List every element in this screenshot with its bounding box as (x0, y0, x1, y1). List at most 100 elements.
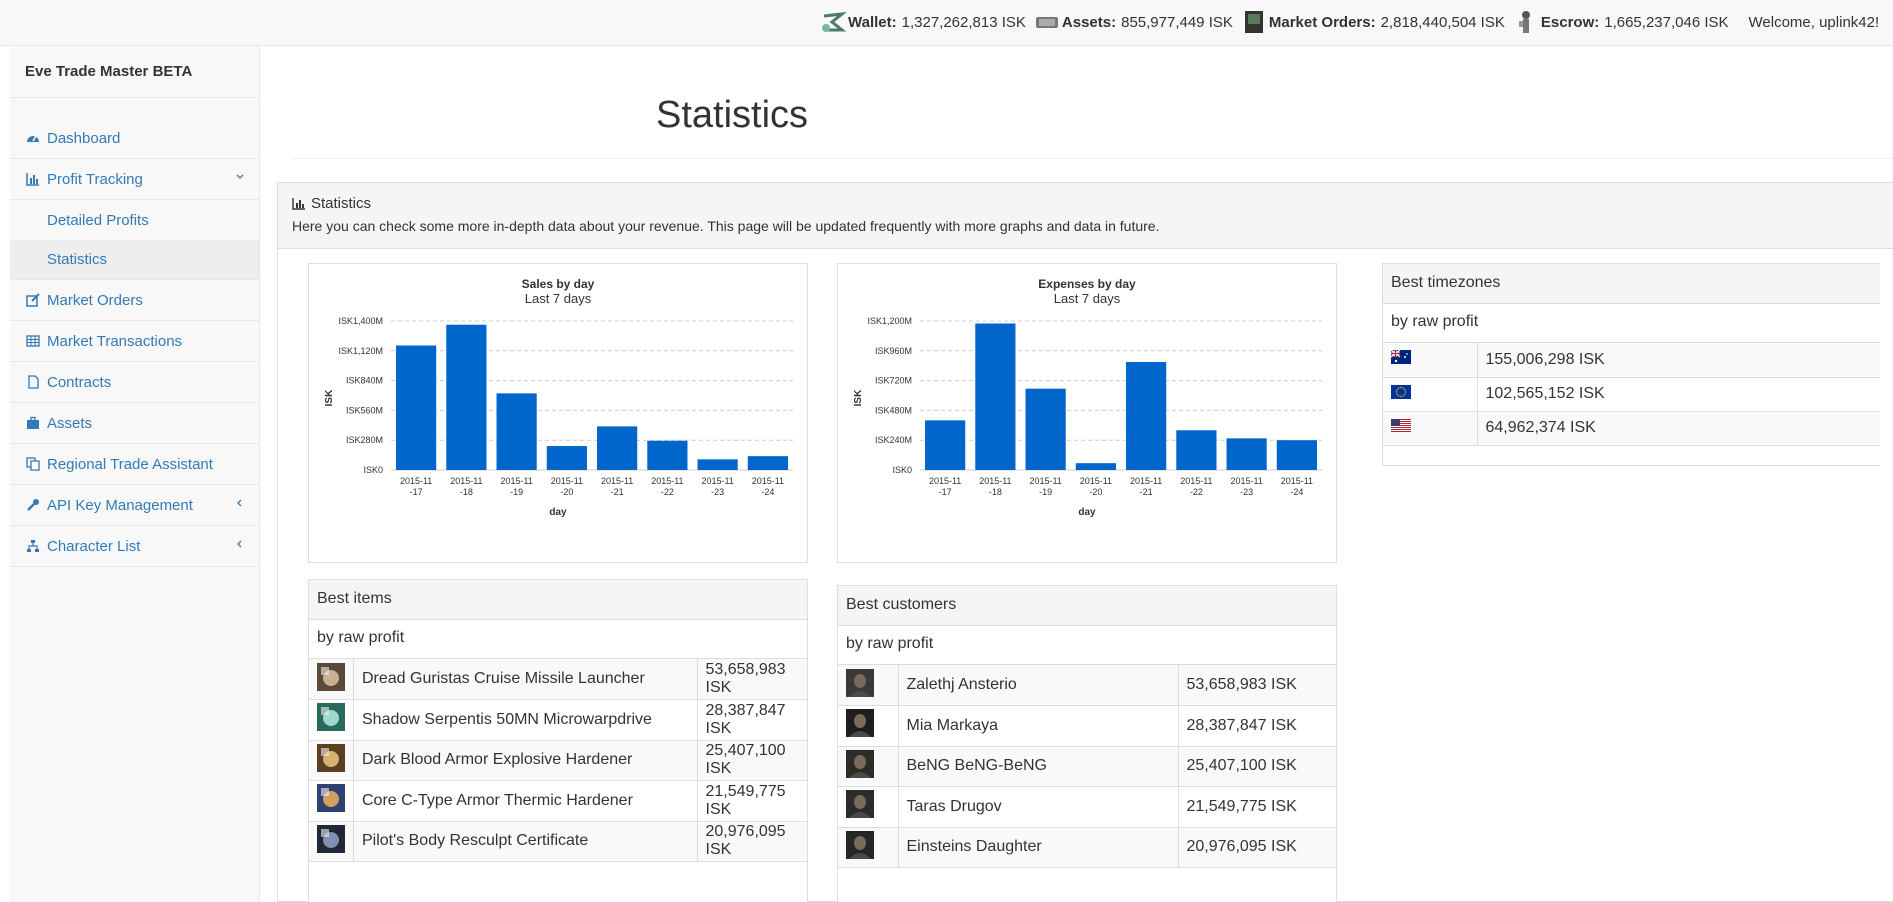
timezone-value-cell: 64,962,374 ISK (1477, 411, 1880, 446)
best-timezones-title: Best timezones (1383, 264, 1880, 304)
edit-icon (26, 293, 40, 307)
y-axis-label: ISK (324, 389, 335, 406)
sidebar-item-character-list[interactable]: Character List (10, 526, 259, 567)
y-tick-label: ISK960M (875, 346, 912, 356)
market-orders-stat: Market Orders: 2,818,440,504 ISK (1241, 10, 1505, 34)
best-timezones-table: 155,006,298 ISK 102,565,152 ISK 64,962,3… (1383, 343, 1880, 446)
customer-avatar-cell (838, 786, 899, 828)
x-axis-label: day (1078, 507, 1096, 518)
item-value-cell: 21,549,775 ISK (697, 780, 807, 822)
top-navbar: Wallet: 1,327,262,813 ISK Assets: 855,97… (0, 0, 1893, 46)
bar (597, 426, 638, 470)
item-name-cell: Shadow Serpentis 50MN Microwarpdrive (353, 699, 698, 741)
table-row: BeNG BeNG-BeNG 25,407,100 ISK (838, 746, 1336, 787)
customer-value-cell: 20,976,095 ISK (1178, 827, 1336, 868)
sales-chart: Sales by day Last 7 days ISK0 ISK280M ISK560… (308, 263, 808, 563)
table-row: 102,565,152 ISK (1383, 377, 1880, 412)
y-tick-label: ISK840M (346, 376, 383, 386)
customer-value-cell: 53,658,983 ISK (1178, 665, 1336, 706)
customer-value-cell: 25,407,100 ISK (1178, 746, 1336, 787)
customer-avatar-cell (838, 705, 899, 747)
customer-name-cell: Taras Drugov (898, 786, 1179, 828)
sidebar-item-market-orders[interactable]: Market Orders (10, 280, 259, 321)
table-row: Einsteins Daughter 20,976,095 ISK (838, 827, 1336, 868)
sidebar-item-detailed-profits[interactable]: Detailed Profits (10, 200, 259, 240)
sidebar-item-assets[interactable]: Assets (10, 403, 259, 444)
sidebar-item-dashboard[interactable]: Dashboard (10, 118, 259, 159)
item-value-cell: 53,658,983 ISK (697, 659, 807, 700)
table-row: Dread Guristas Cruise Missile Launcher 5… (309, 659, 807, 700)
sidebar-item-api-key-management[interactable]: API Key Management (10, 485, 259, 526)
customer-portrait-avatar (846, 709, 874, 738)
x-tick-label: 2015-11 -23 (1230, 476, 1262, 497)
escrow-value: 1,665,237,046 ISK (1604, 13, 1729, 31)
timezone-value-cell: 102,565,152 ISK (1477, 377, 1880, 412)
wallet-stat: Wallet: 1,327,262,813 ISK (820, 10, 1026, 34)
customer-portrait-avatar (846, 830, 874, 859)
eu-flag-icon (1391, 384, 1411, 399)
expenses-chart-svg: Expenses by dayLast 7 days ISK0 ISK240M ISK… (853, 277, 1322, 518)
bar (747, 456, 788, 470)
item-thumbnail-icon (317, 703, 345, 732)
page-title: Statistics (656, 94, 809, 136)
sidebar-item-regional-trade-assistant[interactable]: Regional Trade Assistant (10, 444, 259, 485)
market-orders-icon (1244, 11, 1263, 33)
assets-value: 855,977,449 ISK (1121, 13, 1233, 31)
panel-title: Statistics (292, 195, 1879, 212)
sidebar-item-market-transactions[interactable]: Market Transactions (10, 321, 259, 362)
sidebar-item-statistics[interactable]: Statistics (10, 240, 259, 280)
customer-name-cell: Mia Markaya (898, 705, 1179, 747)
sidebar-item-label: Market Orders (47, 291, 143, 309)
sidebar-item-contracts[interactable]: Contracts (10, 362, 259, 403)
x-tick-label: 2015-11 -24 (752, 476, 784, 497)
sidebar-item-label: Assets (47, 414, 93, 432)
sidebar-menu: Dashboard Profit Tracking Detailed Profi… (10, 118, 259, 567)
chevron-left-icon (237, 499, 242, 507)
table-row: Taras Drugov 21,549,775 ISK (838, 786, 1336, 828)
item-value-cell: 25,407,100 ISK (697, 740, 807, 781)
x-tick-label: 2015-11 -19 (500, 476, 532, 497)
market-orders-value: 2,818,440,504 ISK (1380, 13, 1505, 31)
best-timezones-panel: Best timezones by raw profit 155,006,298… (1382, 263, 1880, 466)
y-tick-label: ISK1,200M (867, 316, 912, 326)
dashboard-icon (27, 135, 39, 142)
sidebar-item-label: Character List (47, 537, 141, 555)
escrow-label: Escrow: (1540, 13, 1600, 31)
copy-icon (26, 457, 40, 471)
x-tick-label: 2015-11 -21 (1130, 476, 1162, 497)
bar (975, 323, 1016, 470)
sidebar-item-label: Statistics (47, 251, 108, 268)
sidebar-item-profit-tracking[interactable]: Profit Tracking (10, 159, 259, 200)
wallet-icon (822, 12, 846, 32)
assets-icon (1035, 17, 1058, 28)
timezone-flag-cell (1383, 377, 1478, 412)
sidebar-item-label: Contracts (47, 373, 112, 391)
best-items-subtitle: by raw profit (309, 620, 807, 659)
bar (396, 345, 437, 470)
y-tick-label: ISK1,120M (338, 346, 383, 356)
bar (1276, 440, 1317, 470)
y-axis-label: ISK (853, 389, 864, 406)
item-name-cell: Pilot's Body Resculpt Certificate (353, 821, 698, 862)
y-tick-label: ISK280M (346, 435, 383, 445)
title-divider (291, 158, 1893, 159)
sidebar-item-label: Dashboard (47, 129, 121, 147)
y-tick-label: ISK1,400M (338, 316, 383, 326)
best-customers-subtitle: by raw profit (838, 626, 1336, 665)
chart-subtitle: Last 7 days (525, 291, 592, 306)
welcome-text: Welcome, uplink42! (1748, 13, 1880, 31)
panel-description: Here you can check some more in-depth da… (292, 218, 1160, 234)
x-tick-label: 2015-11 -20 (551, 476, 583, 497)
statistics-panel: Statistics Here you can check some more … (277, 182, 1893, 902)
item-icon-cell (309, 740, 354, 781)
table-row: 155,006,298 ISK (1383, 343, 1880, 378)
item-icon-cell (309, 659, 354, 700)
table-row: 64,962,374 ISK (1383, 411, 1880, 446)
best-customers-title: Best customers (838, 586, 1336, 626)
main-content: Statistics Statistics Here you can check… (261, 46, 1893, 902)
customer-avatar-cell (838, 665, 899, 706)
item-name-cell: Dark Blood Armor Explosive Hardener (353, 740, 698, 781)
bar (925, 420, 966, 470)
best-customers-panel: Best customers by raw profit Zalethj Ans… (837, 585, 1337, 902)
brand-title[interactable]: Eve Trade Master BETA (10, 46, 259, 98)
